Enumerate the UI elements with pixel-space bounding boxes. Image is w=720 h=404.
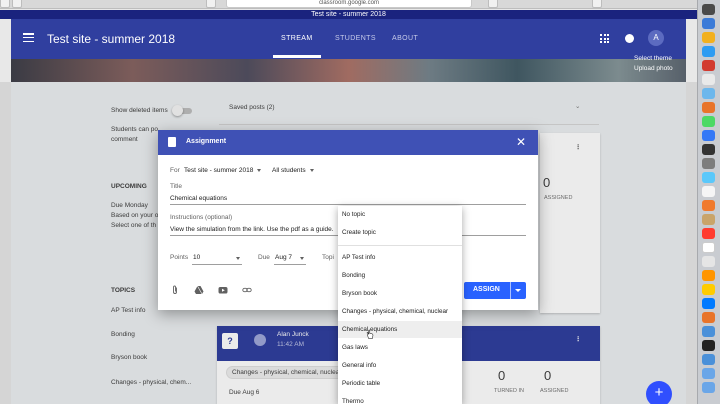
topic-option-create-topic[interactable]: Create topic	[338, 224, 462, 241]
dock-app-icon[interactable]	[702, 368, 715, 379]
dock-app-icon[interactable]	[702, 116, 715, 127]
browser-toolbar: classroom.google.com	[0, 0, 697, 9]
title-input[interactable]: Chemical equations	[170, 195, 227, 202]
students-selector[interactable]: All students	[272, 167, 314, 174]
chevron-down-icon	[257, 168, 262, 172]
due-underline	[274, 264, 306, 265]
dock-app-icon[interactable]	[702, 172, 715, 183]
dock-app-icon[interactable]	[702, 270, 715, 281]
google-drive-icon[interactable]	[194, 285, 204, 295]
topic-option-bryson-book[interactable]: Bryson book	[338, 285, 462, 302]
tab-students[interactable]: STUDENTS	[335, 35, 376, 42]
dock-app-icon[interactable]	[702, 256, 715, 267]
chevron-down-icon[interactable]	[236, 257, 240, 260]
upload-photo-link[interactable]: Upload photo	[634, 65, 673, 72]
dock-app-icon[interactable]	[702, 74, 715, 85]
points-label: Points	[170, 254, 189, 261]
title-underline	[170, 204, 526, 205]
mac-dock	[697, 0, 720, 404]
topic-option-general-info[interactable]: General info	[338, 357, 462, 374]
dock-app-icon[interactable]	[702, 32, 715, 43]
instructions-input[interactable]: View the simulation from the link. Use t…	[170, 226, 334, 233]
dock-app-icon[interactable]	[702, 4, 715, 15]
hand-cursor-icon	[366, 329, 374, 339]
tab-about[interactable]: ABOUT	[392, 35, 418, 42]
assign-button[interactable]: ASSIGN	[464, 282, 526, 299]
topic-option-chemical-equations[interactable]: Chemical equations	[338, 321, 462, 338]
dock-app-icon[interactable]	[702, 340, 715, 351]
dock-app-icon[interactable]	[702, 242, 715, 253]
assign-options-dropdown[interactable]	[515, 289, 521, 292]
assignment-icon	[168, 137, 176, 147]
class-banner: Select theme Upload photo	[11, 55, 686, 82]
dock-app-icon[interactable]	[702, 382, 715, 393]
instructions-label: Instructions (optional)	[170, 214, 233, 221]
dock-app-icon[interactable]	[702, 102, 715, 113]
youtube-icon[interactable]	[218, 285, 228, 295]
assign-button-separator	[510, 282, 511, 299]
topic-option-thermo[interactable]: Thermo	[338, 393, 462, 404]
students-selector-value: All students	[272, 167, 306, 174]
points-underline	[192, 264, 242, 265]
dock-app-icon[interactable]	[702, 144, 715, 155]
browser-back-button[interactable]	[0, 0, 10, 8]
dock-app-icon[interactable]	[702, 18, 715, 29]
topic-option-gas-laws[interactable]: Gas laws	[338, 339, 462, 356]
dock-app-icon[interactable]	[702, 298, 715, 309]
topic-label: Topi	[322, 254, 334, 261]
dock-app-icon[interactable]	[702, 88, 715, 99]
dock-app-icon[interactable]	[702, 228, 715, 239]
topic-dropdown-menu: No topic Create topic AP Test info Bondi…	[338, 206, 462, 404]
select-theme-link[interactable]: Select theme	[634, 55, 672, 62]
browser-tabs-button[interactable]	[592, 0, 602, 8]
dock-app-icon[interactable]	[702, 60, 715, 71]
chevron-down-icon	[309, 168, 314, 172]
dock-app-icon[interactable]	[702, 158, 715, 169]
dialog-header: Assignment ✕	[158, 130, 538, 155]
topic-option-bonding[interactable]: Bonding	[338, 267, 462, 284]
for-label: For	[170, 167, 180, 174]
browser-share-button[interactable]	[488, 0, 498, 8]
app-bar: Test site - summer 2018 STREAM STUDENTS …	[11, 19, 686, 59]
dock-app-icon[interactable]	[702, 284, 715, 295]
close-icon[interactable]: ✕	[516, 135, 526, 149]
add-fab-button[interactable]: +	[646, 381, 672, 404]
browser-home-button[interactable]	[206, 0, 216, 8]
class-title[interactable]: Test site - summer 2018	[47, 32, 175, 46]
dock-app-icon[interactable]	[702, 200, 715, 211]
due-label: Due	[258, 254, 270, 261]
title-label: Title	[170, 183, 183, 190]
dock-app-icon[interactable]	[702, 46, 715, 57]
topic-option-no-topic[interactable]: No topic	[338, 206, 462, 223]
account-avatar[interactable]: A	[648, 30, 664, 46]
chevron-down-icon[interactable]	[300, 257, 304, 260]
dialog-title: Assignment	[186, 138, 227, 145]
assign-button-label: ASSIGN	[473, 286, 500, 293]
browser-tab-title: Test site - summer 2018	[0, 10, 697, 19]
class-selector[interactable]: Test site - summer 2018	[184, 167, 262, 174]
dock-app-icon[interactable]	[702, 354, 715, 365]
due-date-input[interactable]: Aug 7	[275, 254, 292, 261]
class-selector-value: Test site - summer 2018	[184, 167, 254, 174]
dock-app-icon[interactable]	[702, 312, 715, 323]
topic-option-changes[interactable]: Changes - physical, chemical, nuclear	[338, 303, 462, 320]
dock-app-icon[interactable]	[702, 326, 715, 337]
dock-app-icon[interactable]	[702, 130, 715, 141]
topic-menu-divider	[338, 245, 462, 246]
dock-app-icon[interactable]	[702, 186, 715, 197]
points-input[interactable]: 10	[193, 254, 200, 261]
link-icon[interactable]	[242, 285, 252, 295]
active-tab-indicator	[273, 55, 321, 58]
notifications-icon[interactable]	[625, 34, 634, 43]
tab-stream[interactable]: STREAM	[281, 35, 313, 42]
browser-forward-button[interactable]	[12, 0, 22, 8]
address-bar[interactable]: classroom.google.com	[226, 0, 472, 8]
topic-option-ap-test-info[interactable]: AP Test info	[338, 249, 462, 266]
dock-app-icon[interactable]	[702, 214, 715, 225]
menu-icon[interactable]	[23, 33, 34, 43]
topic-option-periodic-table[interactable]: Periodic table	[338, 375, 462, 392]
apps-icon[interactable]	[600, 34, 609, 43]
attachment-icon[interactable]	[170, 285, 180, 295]
